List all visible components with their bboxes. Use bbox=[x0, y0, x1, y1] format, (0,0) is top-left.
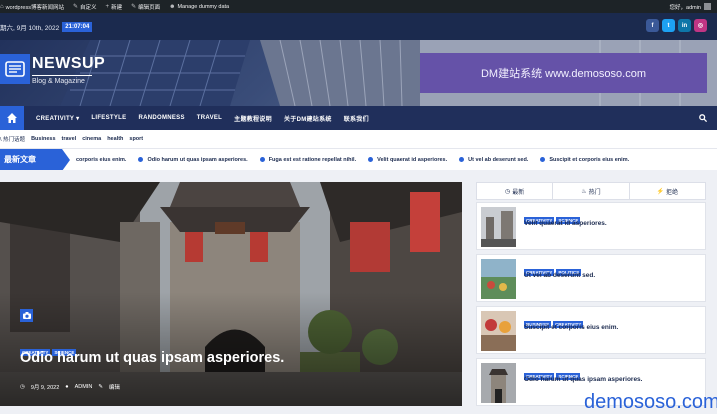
instagram-icon[interactable]: ◎ bbox=[694, 19, 707, 32]
news-ticker: 最新文章 corporis eius enim. Odio harum ut qu… bbox=[0, 148, 717, 170]
ticker-item-text: Suscipit et corporis eius enim. bbox=[549, 156, 630, 163]
post-date: 9月 9, 2022 bbox=[30, 385, 60, 391]
featured-post[interactable]: CREATIVITY SCIENCE Odio harum ut quas ips… bbox=[0, 182, 462, 406]
ticker-item[interactable]: Suscipit et corporis eius enim. bbox=[540, 157, 629, 163]
tag-link[interactable]: Business bbox=[31, 136, 55, 142]
nav-home-button[interactable] bbox=[0, 106, 24, 130]
nav-item[interactable]: RANDOMNESS bbox=[138, 115, 184, 121]
tab-label: 拒绝 bbox=[666, 189, 679, 196]
tab-label: 最新 bbox=[512, 189, 525, 196]
ticker-item-text: Fuga est est ratione repellat nihil. bbox=[268, 156, 357, 163]
logo-divider bbox=[32, 75, 92, 76]
bullet-icon bbox=[259, 157, 265, 162]
linkedin-icon[interactable]: in bbox=[678, 19, 691, 32]
admin-site-link[interactable]: ⌂ wordpress博客新闻网站 bbox=[0, 3, 64, 11]
admin-new-link[interactable]: + 新建 bbox=[106, 3, 123, 11]
sidebar-tabs: ◷ 最新 ♨ 热门 ⚡ 拒绝 bbox=[476, 182, 706, 200]
admin-bar: ⌂ wordpress博客新闻网站 ✎ 自定义 + 新建 ✎ 编辑页面 ☻ Manage … bbox=[0, 0, 717, 13]
featured-post-meta: ◷ 9月 9, 2022 ● ADMIN ✎ 编辑 bbox=[20, 383, 126, 391]
post-title[interactable]: Ut vel ab deserunt sed. bbox=[524, 272, 595, 279]
trending-label: \ 热门话题 bbox=[0, 137, 26, 143]
ticker-item[interactable]: Odio harum ut quas ipsam asperiores. bbox=[138, 156, 248, 163]
tab-clock[interactable]: ◷ 最新 bbox=[477, 183, 554, 199]
post-thumbnail[interactable] bbox=[481, 259, 516, 299]
tag-link[interactable]: health bbox=[107, 136, 123, 142]
admin-manage-dummy-link[interactable]: ☻ Manage dummy data bbox=[169, 4, 229, 10]
home-icon bbox=[7, 113, 17, 123]
logo-icon[interactable] bbox=[0, 54, 30, 84]
site-title[interactable]: NEWSUP bbox=[32, 55, 105, 73]
featured-post-title[interactable]: Odio harum ut quas ipsam asperiores. bbox=[20, 350, 284, 366]
header-ad-banner[interactable]: DM建站系统 www.demososo.com bbox=[420, 53, 707, 93]
tag-link[interactable]: travel bbox=[62, 136, 77, 142]
users-icon: ☻ bbox=[169, 3, 176, 10]
edit-icon: ✎ bbox=[98, 384, 103, 390]
watermark-text: demososo.com bbox=[584, 391, 717, 413]
ticker-label: 最新文章 bbox=[0, 149, 70, 170]
user-icon: ● bbox=[65, 384, 69, 390]
tag-link[interactable]: sport bbox=[129, 136, 143, 142]
tab-label: 热门 bbox=[588, 189, 601, 196]
ticker-item-text: Odio harum ut quas ipsam asperiores. bbox=[147, 156, 248, 163]
search-icon[interactable] bbox=[699, 109, 708, 127]
bullet-icon bbox=[459, 157, 465, 162]
nav-item[interactable]: 主题教程说明 bbox=[234, 114, 272, 123]
trending-tags-bar: \ 热门话题 Business travel cinema health sport bbox=[0, 130, 717, 148]
bullet-icon bbox=[368, 157, 374, 162]
calendar-icon: ◷ bbox=[20, 384, 25, 390]
post-author[interactable]: ADMIN bbox=[75, 384, 93, 390]
post-thumbnail[interactable] bbox=[481, 207, 516, 247]
nav-item[interactable]: 关于DM建站系统 bbox=[284, 114, 332, 123]
tag-list: Business travel cinema health sport bbox=[31, 136, 149, 142]
ticker-item[interactable]: corporis eius enim. bbox=[76, 157, 126, 163]
nav-item[interactable]: TRAVEL bbox=[197, 115, 222, 121]
site-header: NEWSUP Blog & Magazine DM建站系统 www.demoso… bbox=[0, 40, 717, 106]
post-title[interactable]: Velit quaerat id asperiores. bbox=[524, 220, 607, 227]
sidebar-tabbed-widget: ◷ 最新 ♨ 热门 ⚡ 拒绝 CREATIVITY SCIENCE Velit quaerat… bbox=[476, 182, 706, 412]
main-nav: CREATIVITY ▾ LIFESTYLE RANDOMNESS TRAVEL 主题教… bbox=[0, 106, 717, 130]
top-bar: 期六, 9月 10th, 2022 21:07:04 f t in ◎ bbox=[0, 13, 717, 40]
current-time: 21:07:04 bbox=[62, 21, 93, 32]
facebook-icon[interactable]: f bbox=[646, 19, 659, 32]
admin-edit-page-link[interactable]: ✎ 编辑页面 bbox=[131, 3, 160, 11]
nav-item[interactable]: 联系我们 bbox=[344, 114, 369, 123]
bolt-icon: ⚡ bbox=[656, 188, 665, 195]
post-title[interactable]: Suscipit et corporis eius enim. bbox=[524, 324, 618, 331]
ticker-item[interactable]: Velit quaerat id asperiores. bbox=[368, 157, 447, 163]
ticker-item-text: Ut vel ab deserunt sed. bbox=[468, 156, 529, 163]
admin-customize-link[interactable]: ✎ 自定义 bbox=[73, 3, 97, 11]
post-title[interactable]: Odio harum ut quas ipsam asperiores. bbox=[524, 376, 642, 383]
ticker-item[interactable]: Ut vel ab deserunt sed. bbox=[459, 157, 528, 163]
current-date: 期六, 9月 10th, 2022 bbox=[0, 24, 60, 32]
home-icon: ⌂ bbox=[0, 3, 4, 10]
sidebar-post[interactable]: CREATIVITY POLITICS Ut vel ab deserunt sed… bbox=[476, 254, 706, 302]
ticker-item[interactable]: Fuga est est ratione repellat nihil. bbox=[259, 156, 357, 163]
nav-item[interactable]: CREATIVITY ▾ bbox=[36, 115, 79, 122]
avatar bbox=[704, 3, 711, 10]
tab-fire[interactable]: ♨ 热门 bbox=[553, 183, 630, 199]
post-thumbnail[interactable] bbox=[481, 363, 516, 403]
plus-icon: + bbox=[105, 3, 110, 10]
admin-account[interactable]: 您好，admin bbox=[670, 3, 717, 11]
bullet-icon bbox=[540, 157, 546, 162]
fire-icon: ♨ bbox=[581, 188, 587, 195]
post-edit-link[interactable]: 编辑 bbox=[109, 383, 120, 391]
tag-link[interactable]: cinema bbox=[82, 136, 101, 142]
nav-item[interactable]: LIFESTYLE bbox=[91, 115, 126, 121]
post-thumbnail[interactable] bbox=[481, 311, 516, 351]
sidebar-post[interactable]: CREATIVITY SCIENCE Velit quaerat id asperi… bbox=[476, 202, 706, 250]
bullet-icon bbox=[138, 157, 144, 162]
tab-bolt[interactable]: ⚡ 拒绝 bbox=[630, 183, 705, 199]
site-tagline: Blog & Magazine bbox=[32, 78, 85, 85]
ticker-item-text: corporis eius enim. bbox=[76, 156, 127, 163]
sidebar-post[interactable]: BUSINESS CREATIVITY Suscipit et corporis e… bbox=[476, 306, 706, 354]
pencil-icon: ✎ bbox=[131, 4, 137, 10]
ticker-item-text: Velit quaerat id asperiores. bbox=[377, 156, 448, 163]
ticker-items: corporis eius enim. Odio harum ut quas ip… bbox=[76, 157, 641, 163]
nav-items: CREATIVITY ▾ LIFESTYLE RANDOMNESS TRAVEL 主题教… bbox=[24, 114, 369, 123]
brush-icon: ✎ bbox=[73, 4, 79, 10]
clock-icon: ◷ bbox=[505, 188, 511, 195]
twitter-icon[interactable]: t bbox=[662, 19, 675, 32]
camera-icon bbox=[20, 309, 33, 322]
